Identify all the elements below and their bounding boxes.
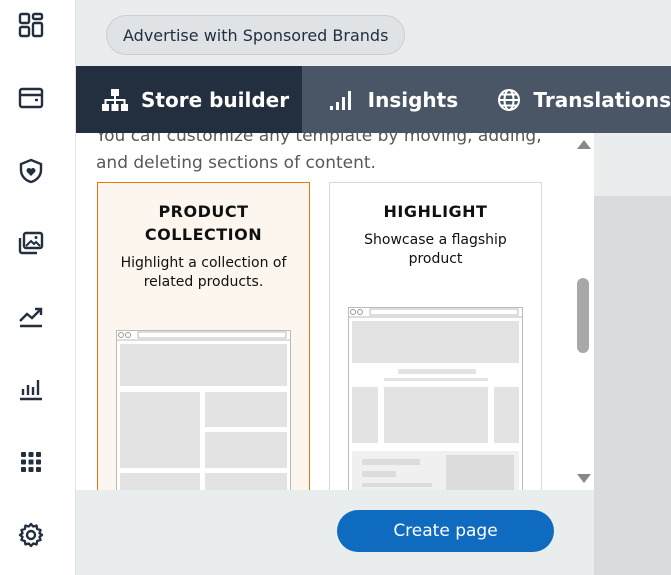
sponsored-brands-button[interactable]: Advertise with Sponsored Brands [106,15,406,55]
media-gallery-icon[interactable] [16,228,46,258]
tab-store-builder[interactable]: Store builder [76,66,302,133]
template-preview-image [348,307,523,490]
wallet-icon[interactable] [16,83,46,113]
tab-label: Store builder [141,87,290,112]
tab-label: Insights [367,87,459,112]
template-preview-image [116,330,291,490]
create-page-button[interactable]: Create page [337,510,554,552]
card-description: Showcase a flagship product [364,232,507,267]
card-title: PRODUCT COLLECTION [144,202,263,244]
panel-scrollbar[interactable] [572,133,594,490]
scroll-thumb[interactable] [577,278,589,353]
template-card-highlight[interactable]: HIGHLIGHT Showcase a flagship product [329,182,542,490]
nav-tabs: Store builder Insights Translations [76,66,671,133]
settings-gear-icon[interactable] [16,520,46,550]
template-card-product-collection[interactable]: PRODUCT COLLECTION Highlight a collectio… [97,182,310,490]
scroll-down-arrow-icon[interactable] [577,474,591,483]
background-pane [594,196,671,575]
tab-label: Translations [533,87,671,112]
template-description: You can customize any template by moving… [96,133,542,173]
card-description: Highlight a collection of related produc… [120,255,287,290]
trend-chart-icon[interactable] [16,301,46,331]
shield-heart-icon[interactable] [16,156,46,186]
bar-chart-icon[interactable] [16,374,46,404]
sitemap-icon [102,88,128,111]
modal-footer: Create page [76,490,594,575]
tab-insights[interactable]: Insights [302,66,474,133]
signal-bars-icon [329,90,351,110]
template-panel: You can customize any template by moving… [76,133,594,490]
sidebar [0,0,76,575]
tab-translations[interactable]: Translations [473,66,671,133]
globe-icon [498,88,521,111]
dashboard-icon[interactable] [16,10,46,40]
card-title: HIGHLIGHT [383,202,488,221]
apps-grid-icon[interactable] [16,447,46,477]
scroll-up-arrow-icon[interactable] [577,140,591,149]
top-bar: Advertise with Sponsored Brands [76,0,671,66]
